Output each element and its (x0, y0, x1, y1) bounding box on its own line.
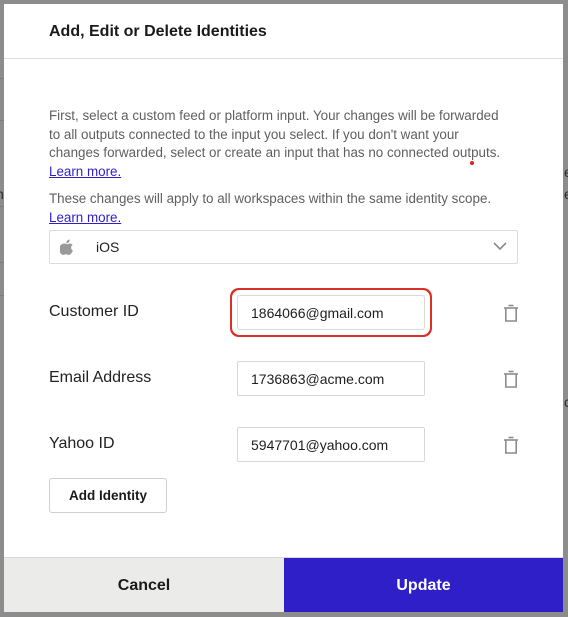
identities-modal: Add, Edit or Delete Identities First, se… (4, 4, 563, 612)
apple-icon (60, 239, 74, 255)
identity-row: Customer ID (49, 295, 519, 331)
trash-icon[interactable] (502, 435, 520, 455)
platform-select[interactable]: iOS (49, 230, 518, 264)
identity-label: Yahoo ID (49, 435, 115, 452)
identity-value-input[interactable] (237, 361, 425, 396)
identity-value-input[interactable] (237, 295, 425, 330)
learn-more-link-scope[interactable]: Learn more. (49, 210, 121, 225)
update-button[interactable]: Update (284, 558, 563, 612)
description-forwarding-text: First, select a custom feed or platform … (49, 108, 501, 160)
background-text-fragment: e (564, 164, 568, 180)
chevron-down-icon (493, 242, 507, 251)
identity-label: Customer ID (49, 303, 139, 320)
trash-icon[interactable] (502, 369, 520, 389)
modal-header: Add, Edit or Delete Identities (4, 4, 563, 59)
description-forwarding: First, select a custom feed or platform … (49, 107, 509, 181)
modal-body: First, select a custom feed or platform … (4, 59, 563, 227)
add-identity-button[interactable]: Add Identity (49, 478, 167, 513)
background-text-fragment: e (564, 186, 568, 202)
identity-value-input[interactable] (237, 427, 425, 462)
trash-icon[interactable] (502, 303, 520, 323)
red-dot-marker (470, 161, 474, 165)
modal-footer: Cancel Update (4, 557, 563, 612)
learn-more-link-forwarding[interactable]: Learn more. (49, 164, 121, 179)
modal-title: Add, Edit or Delete Identities (49, 23, 267, 40)
description-scope-text: These changes will apply to all workspac… (49, 191, 492, 206)
platform-select-value: iOS (96, 239, 120, 255)
cancel-button[interactable]: Cancel (4, 558, 284, 612)
identity-label: Email Address (49, 369, 152, 386)
background-text-fragment: c (564, 394, 568, 410)
identity-row: Yahoo ID (49, 427, 519, 463)
description-scope: These changes will apply to all workspac… (49, 190, 509, 227)
identity-row: Email Address (49, 361, 519, 397)
